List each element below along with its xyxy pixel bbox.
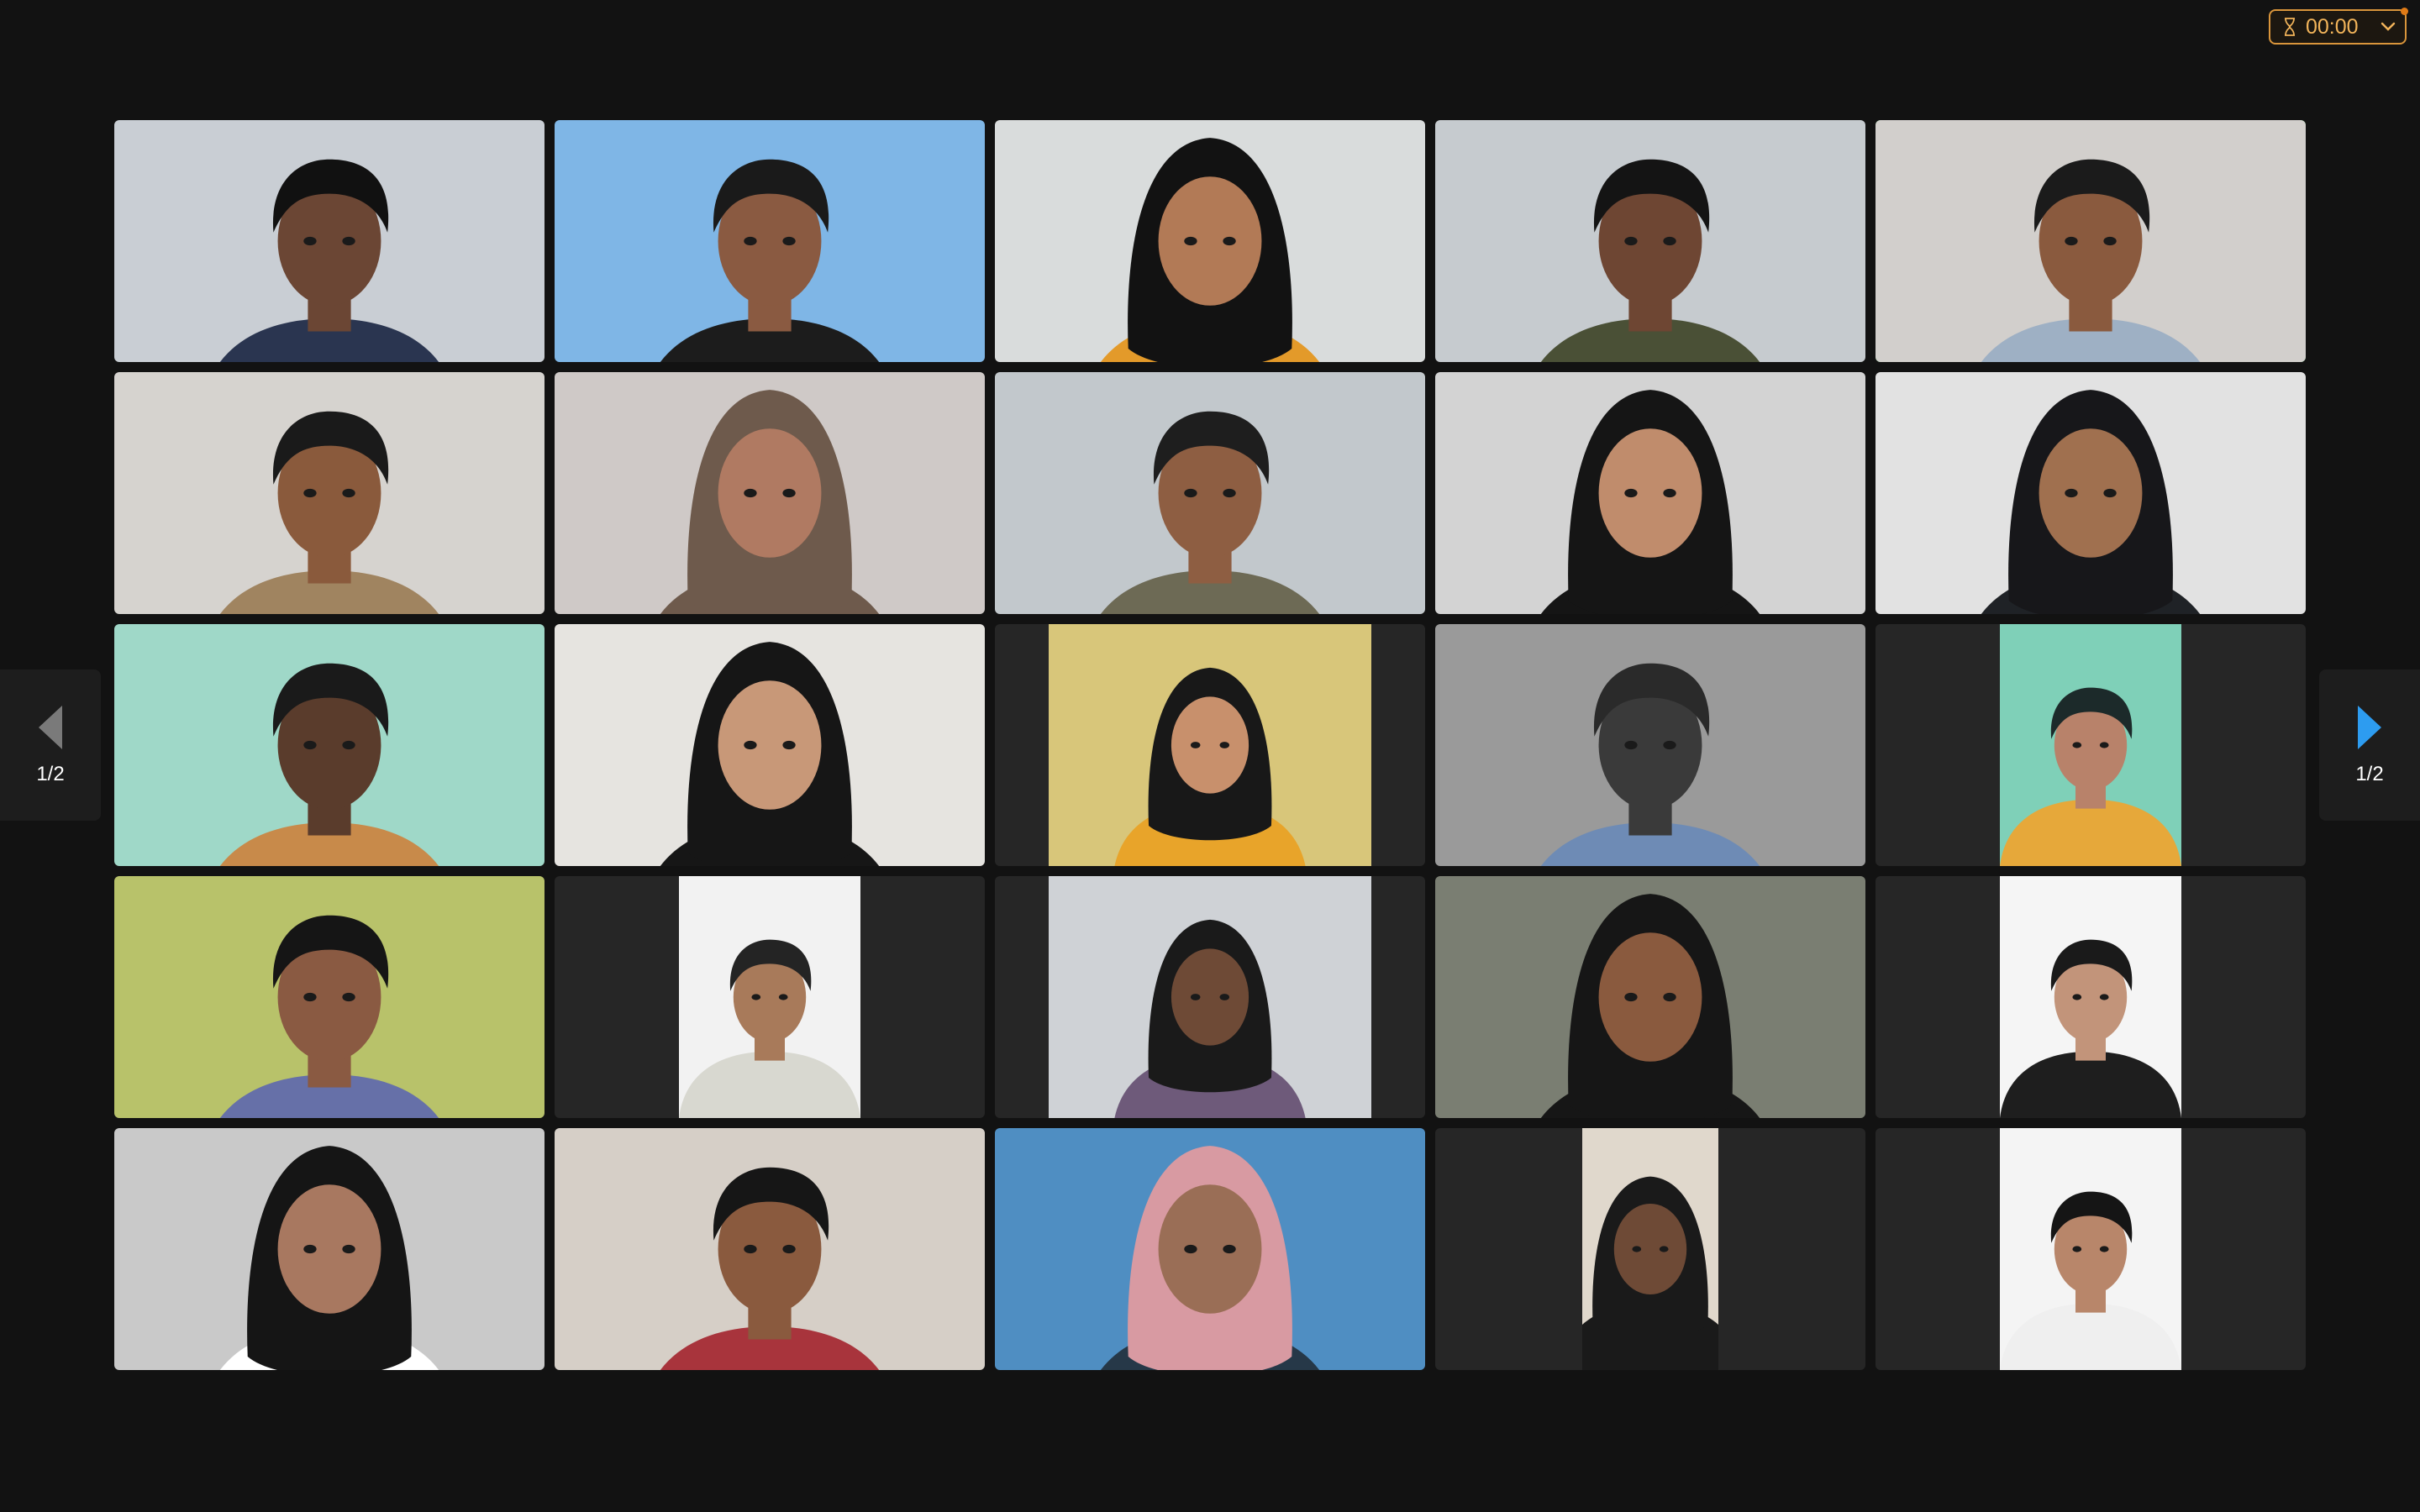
participant-tile[interactable] <box>114 372 544 614</box>
participant-video <box>1435 120 1865 362</box>
participant-avatar <box>1876 120 2306 362</box>
participant-tile[interactable] <box>1435 624 1865 866</box>
participant-avatar <box>2000 624 2181 866</box>
participant-avatar <box>1435 624 1865 866</box>
participant-video <box>995 120 1425 362</box>
participant-video <box>2000 624 2181 866</box>
participant-avatar <box>555 624 985 866</box>
participant-avatar <box>995 120 1425 362</box>
participant-video <box>114 876 544 1118</box>
participant-video <box>555 1128 985 1370</box>
participant-avatar <box>114 372 544 614</box>
participant-tile[interactable] <box>995 372 1425 614</box>
previous-page-button[interactable]: 1/2 <box>0 669 101 821</box>
participant-avatar <box>995 372 1425 614</box>
page-indicator: 1/2 <box>36 763 65 785</box>
participant-video <box>555 624 985 866</box>
participant-video <box>114 372 544 614</box>
next-page-button[interactable]: 1/2 <box>2319 669 2420 821</box>
participant-tile[interactable] <box>114 120 544 362</box>
participant-avatar <box>1582 1128 1718 1370</box>
participant-video <box>555 372 985 614</box>
participant-tile[interactable] <box>114 624 544 866</box>
page-indicator: 1/2 <box>2355 763 2384 785</box>
participant-avatar <box>1435 120 1865 362</box>
participant-avatar <box>995 1128 1425 1370</box>
participant-avatar <box>114 876 544 1118</box>
participant-tile[interactable] <box>995 120 1425 362</box>
participant-avatar <box>1049 876 1371 1118</box>
participant-tile[interactable] <box>1435 120 1865 362</box>
participant-video <box>1435 624 1865 866</box>
arrow-left-icon <box>39 706 62 749</box>
participant-tile[interactable] <box>555 876 985 1118</box>
participant-tile[interactable] <box>555 120 985 362</box>
participant-avatar <box>555 1128 985 1370</box>
participant-video <box>679 876 860 1118</box>
participant-tile[interactable] <box>1435 372 1865 614</box>
participant-video <box>995 372 1425 614</box>
participant-video <box>1876 372 2306 614</box>
participant-video <box>114 624 544 866</box>
participant-avatar <box>114 1128 544 1370</box>
participant-tile[interactable] <box>114 1128 544 1370</box>
participant-avatar <box>2000 876 2181 1118</box>
participant-tile[interactable] <box>1876 120 2306 362</box>
participant-video <box>555 120 985 362</box>
participant-tile[interactable] <box>555 1128 985 1370</box>
participant-avatar <box>679 876 860 1118</box>
participant-avatar <box>555 120 985 362</box>
participant-video <box>1582 1128 1718 1370</box>
participant-tile[interactable] <box>1435 1128 1865 1370</box>
participant-avatar <box>1435 372 1865 614</box>
participant-video <box>1049 876 1371 1118</box>
participant-tile[interactable] <box>114 876 544 1118</box>
participant-tile[interactable] <box>555 372 985 614</box>
video-grid <box>114 120 2306 1371</box>
participant-tile[interactable] <box>995 624 1425 866</box>
meeting-timer[interactable]: 00:00 <box>2269 8 2408 45</box>
participant-avatar <box>2000 1128 2181 1370</box>
participant-avatar <box>1049 624 1371 866</box>
participant-video <box>1049 624 1371 866</box>
participant-avatar <box>114 624 544 866</box>
participant-tile[interactable] <box>1876 372 2306 614</box>
participant-avatar <box>114 120 544 362</box>
notification-dot <box>2401 8 2408 15</box>
participant-tile[interactable] <box>555 624 985 866</box>
participant-tile[interactable] <box>1876 1128 2306 1370</box>
participant-avatar <box>1876 372 2306 614</box>
participant-video <box>1435 372 1865 614</box>
participant-video <box>1435 876 1865 1118</box>
chevron-down-icon[interactable] <box>2380 18 2396 35</box>
participant-tile[interactable] <box>1876 624 2306 866</box>
participant-video <box>2000 876 2181 1118</box>
participant-avatar <box>555 372 985 614</box>
timer-value: 00:00 <box>2306 14 2359 39</box>
meeting-gallery-view: 00:00 1/2 1/2 <box>0 0 2420 1512</box>
participant-tile[interactable] <box>995 1128 1425 1370</box>
participant-tile[interactable] <box>1435 876 1865 1118</box>
participant-video <box>114 120 544 362</box>
participant-video <box>2000 1128 2181 1370</box>
participant-video <box>1876 120 2306 362</box>
participant-avatar <box>1435 876 1865 1118</box>
participant-video <box>114 1128 544 1370</box>
hourglass-icon <box>2282 18 2297 36</box>
participant-tile[interactable] <box>995 876 1425 1118</box>
participant-tile[interactable] <box>1876 876 2306 1118</box>
participant-video <box>995 1128 1425 1370</box>
arrow-right-icon <box>2358 706 2381 749</box>
